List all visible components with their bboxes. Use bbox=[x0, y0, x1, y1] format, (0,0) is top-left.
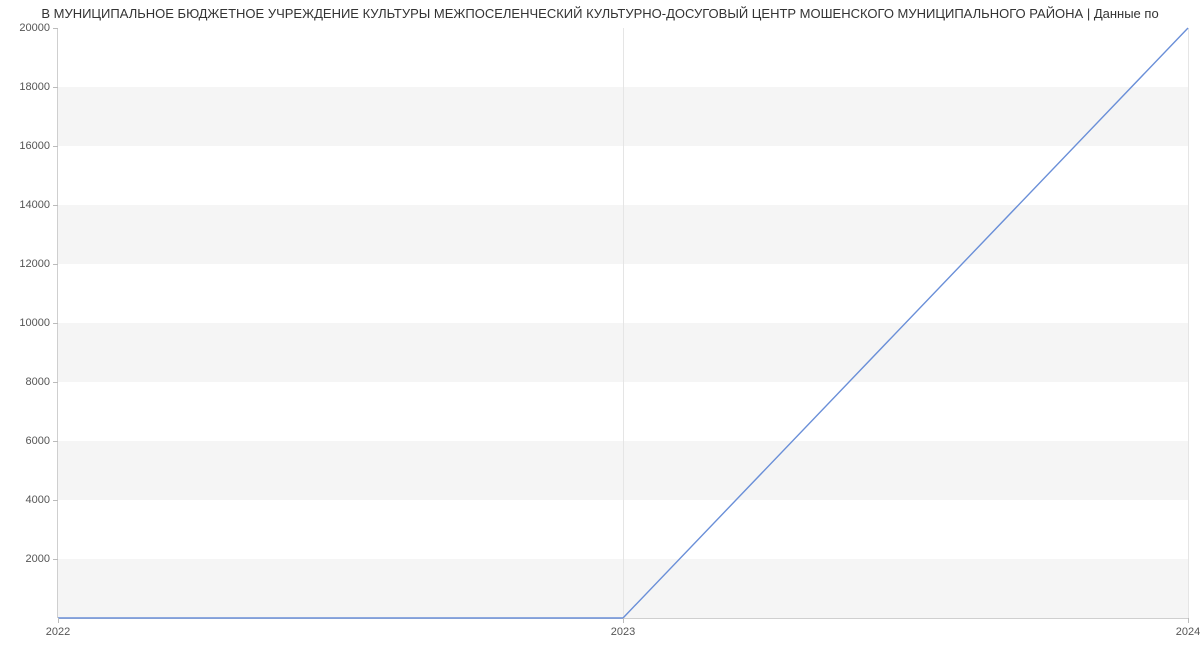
y-tick-mark bbox=[53, 87, 58, 88]
y-tick-mark bbox=[53, 28, 58, 29]
y-tick-mark bbox=[53, 559, 58, 560]
chart-title: В МУНИЦИПАЛЬНОЕ БЮДЖЕТНОЕ УЧРЕЖДЕНИЕ КУЛ… bbox=[0, 0, 1200, 25]
y-tick-mark bbox=[53, 323, 58, 324]
data-series-line bbox=[58, 28, 1188, 618]
chart-container: В МУНИЦИПАЛЬНОЕ БЮДЖЕТНОЕ УЧРЕЖДЕНИЕ КУЛ… bbox=[0, 0, 1200, 650]
x-tick-mark bbox=[1188, 618, 1189, 623]
line-plot bbox=[58, 28, 1188, 618]
y-tick-mark bbox=[53, 146, 58, 147]
plot-area: 2000400060008000100001200014000160001800… bbox=[58, 28, 1188, 618]
y-tick-mark bbox=[53, 205, 58, 206]
y-tick-mark bbox=[53, 382, 58, 383]
y-tick-mark bbox=[53, 441, 58, 442]
x-tick-mark bbox=[58, 618, 59, 623]
y-tick-mark bbox=[53, 500, 58, 501]
x-tick-mark bbox=[623, 618, 624, 623]
x-gridline bbox=[1188, 28, 1189, 618]
y-tick-mark bbox=[53, 264, 58, 265]
